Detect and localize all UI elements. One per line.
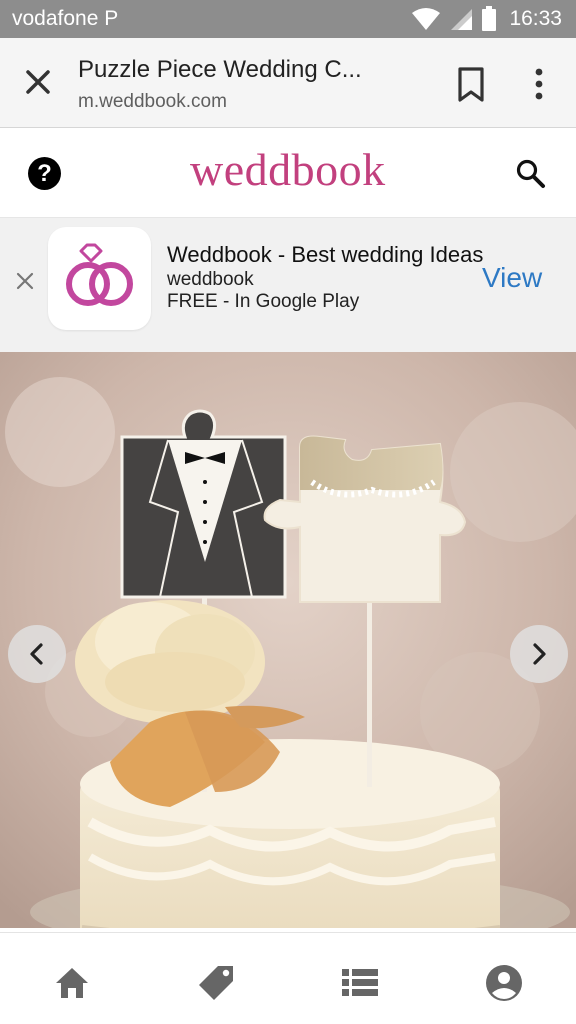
battery-icon bbox=[482, 6, 497, 31]
list-icon[interactable] bbox=[340, 963, 380, 1003]
site-header: ? weddbook bbox=[0, 129, 576, 218]
page-title: Puzzle Piece Wedding C... bbox=[78, 56, 362, 83]
status-bar: vodafone P 16:33 bbox=[0, 0, 576, 38]
home-icon[interactable] bbox=[52, 963, 92, 1003]
chevron-right-icon bbox=[533, 643, 546, 665]
close-icon[interactable] bbox=[14, 270, 36, 292]
status-indicators: 16:33 bbox=[411, 0, 562, 38]
site-logo[interactable]: weddbook bbox=[190, 143, 386, 196]
cake-topper-photo bbox=[0, 352, 576, 928]
more-vert-icon[interactable] bbox=[524, 64, 554, 104]
account-icon[interactable] bbox=[484, 963, 524, 1003]
carousel-prev-button[interactable] bbox=[8, 625, 66, 683]
custom-tab-toolbar: Puzzle Piece Wedding C... m.weddbook.com bbox=[0, 38, 576, 128]
bookmark-icon[interactable] bbox=[453, 64, 489, 104]
app-icon[interactable] bbox=[48, 227, 151, 330]
bottom-navigation bbox=[0, 932, 576, 1024]
help-icon[interactable]: ? bbox=[28, 157, 61, 190]
view-app-button[interactable]: View bbox=[482, 262, 542, 294]
page-url: m.weddbook.com bbox=[78, 91, 227, 112]
search-icon[interactable] bbox=[514, 157, 548, 191]
app-install-banner: Weddbook - Best wedding Ideas weddbook F… bbox=[0, 218, 576, 352]
wifi-icon bbox=[412, 8, 441, 30]
carousel-next-button[interactable] bbox=[510, 625, 568, 683]
hero-image[interactable] bbox=[0, 352, 576, 928]
rings-icon bbox=[66, 243, 133, 306]
carrier-name: vodafone P bbox=[12, 7, 119, 30]
app-name: Weddbook - Best wedding Ideas bbox=[167, 242, 484, 267]
screen: vodafone P 16:33 Puzzle Piece Wedding C.… bbox=[0, 0, 576, 1024]
app-price-note: FREE - In Google Play bbox=[167, 291, 360, 312]
signal-icon bbox=[451, 9, 473, 30]
close-icon[interactable] bbox=[18, 62, 58, 102]
app-developer: weddbook bbox=[167, 269, 254, 290]
chevron-left-icon bbox=[30, 643, 43, 665]
clock: 16:33 bbox=[509, 7, 562, 30]
tag-icon[interactable] bbox=[196, 963, 236, 1003]
